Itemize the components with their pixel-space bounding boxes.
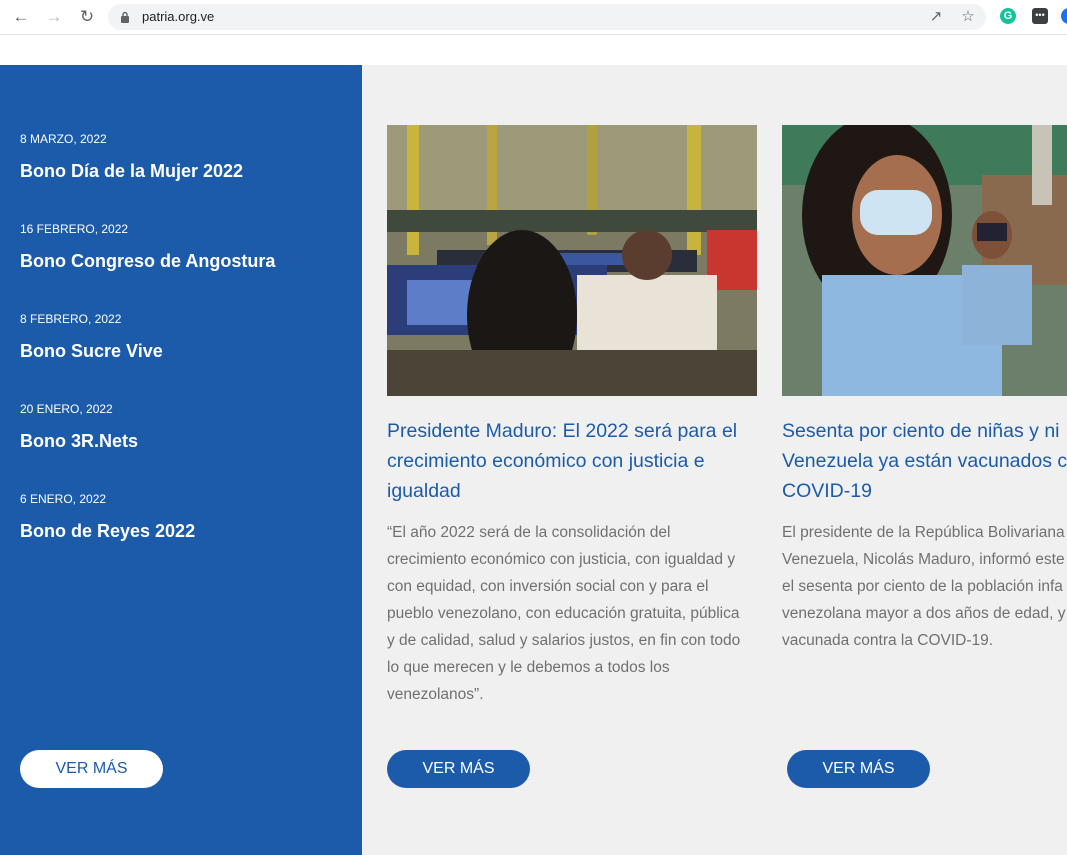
news-card: Sesenta por ciento de niñas y ni Venezue… <box>782 125 1067 654</box>
bono-date: 20 ENERO, 2022 <box>20 402 113 416</box>
bono-link[interactable]: Bono Día de la Mujer 2022 <box>20 161 243 182</box>
news-photo-meeting[interactable] <box>387 125 757 396</box>
bono-link[interactable]: Bono de Reyes 2022 <box>20 521 195 542</box>
excerpt-line: y de calidad, salud y salarios justos, e… <box>387 632 741 649</box>
bono-link[interactable]: Bono Sucre Vive <box>20 341 163 362</box>
bono-link[interactable]: Bono 3R.Nets <box>20 431 138 452</box>
bono-date: 8 FEBRERO, 2022 <box>20 312 122 326</box>
headline-line: crecimiento económico con justicia e <box>387 450 705 472</box>
bono-date: 8 MARZO, 2022 <box>20 132 107 146</box>
excerpt-line: venezolana mayor a dos años de edad, y <box>782 605 1066 622</box>
share-icon[interactable]: ↗ <box>926 7 946 27</box>
excerpt-line: venezolanos”. <box>387 686 484 703</box>
headline-line: COVID-19 <box>782 480 872 502</box>
news-excerpt: El presidente de la República Bolivarian… <box>782 519 1067 654</box>
news-carousel: Presidente Maduro: El 2022 será para el … <box>362 65 1067 855</box>
bonos-sidebar: 8 MARZO, 2022 Bono Día de la Mujer 2022 … <box>0 65 362 855</box>
headline-line: igualdad <box>387 480 461 502</box>
news-card: Presidente Maduro: El 2022 será para el … <box>387 125 757 708</box>
ver-mas-button[interactable]: VER MÁS <box>387 750 530 788</box>
bookmark-star-icon[interactable]: ☆ <box>958 7 978 27</box>
excerpt-line: el sesenta por ciento de la población in… <box>782 578 1063 595</box>
bono-link[interactable]: Bono Congreso de Angostura <box>20 251 275 272</box>
news-headline-link[interactable]: Sesenta por ciento de niñas y ni Venezue… <box>782 416 1067 506</box>
excerpt-line: crecimiento económico con justicia, con … <box>387 551 736 568</box>
news-headline-link[interactable]: Presidente Maduro: El 2022 será para el … <box>387 416 757 506</box>
profile-icon[interactable] <box>1061 8 1067 24</box>
news-photo-vaccination[interactable] <box>782 125 1067 396</box>
bono-date: 16 FEBRERO, 2022 <box>20 222 129 236</box>
lock-icon <box>121 11 129 23</box>
excerpt-line: “El año 2022 será de la consolidación de… <box>387 524 671 541</box>
excerpt-line: lo que merecen y le debemos a todos los <box>387 659 670 676</box>
headline-line: Presidente Maduro: El 2022 será para el <box>387 420 738 442</box>
grammarly-extension-icon[interactable]: G <box>1000 8 1016 24</box>
excerpt-line: El presidente de la República Bolivarian… <box>782 524 1065 541</box>
headline-line: Venezuela ya están vacunados c <box>782 450 1067 472</box>
headline-line: Sesenta por ciento de niñas y ni <box>782 420 1060 442</box>
browser-toolbar: ← → ↻ patria.org.ve ↗ ☆ G ••• <box>0 0 1067 35</box>
excerpt-line: con equidad, con inversión social con y … <box>387 578 709 595</box>
address-bar[interactable]: patria.org.ve ↗ ☆ <box>108 4 986 30</box>
ver-mas-button[interactable]: VER MÁS <box>787 750 930 788</box>
bono-date: 6 ENERO, 2022 <box>20 492 107 506</box>
forward-arrow-icon[interactable]: → <box>42 5 66 29</box>
reload-icon[interactable]: ↻ <box>75 5 99 29</box>
extension-icon[interactable]: ••• <box>1032 8 1048 24</box>
excerpt-line: vacunada contra la COVID-19. <box>782 632 994 649</box>
url-text: patria.org.ve <box>142 9 215 24</box>
back-arrow-icon[interactable]: ← <box>9 5 33 29</box>
excerpt-line: Venezuela, Nicolás Maduro, informó este <box>782 551 1065 568</box>
news-excerpt: “El año 2022 será de la consolidación de… <box>387 519 757 708</box>
excerpt-line: pueblo venezolano, con educación gratuit… <box>387 605 740 622</box>
ver-mas-bonos-button[interactable]: VER MÁS <box>20 750 163 788</box>
